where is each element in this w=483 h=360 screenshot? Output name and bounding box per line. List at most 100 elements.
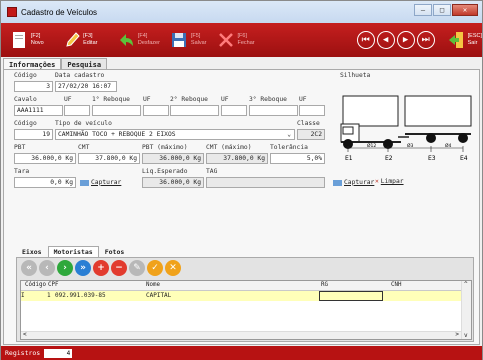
grid-insert-icon[interactable]: +	[93, 260, 109, 276]
reboque3-field[interactable]	[249, 105, 298, 116]
maximize-button[interactable]: □	[433, 4, 451, 16]
uf-label-3: UF	[221, 96, 229, 103]
data-cadastro-field[interactable]: 27/02/20 16:07	[55, 81, 117, 92]
next-record-icon[interactable]: ▶	[396, 31, 415, 49]
novo-button[interactable]: [F2] Novo	[11, 30, 53, 50]
tag-capturar-button[interactable]: Capturar	[333, 178, 374, 186]
dim-label-3: Ø4	[445, 142, 452, 149]
grid-cancel-icon[interactable]: ✕	[165, 260, 181, 276]
table-row[interactable]: I 1 092.991.039-85 CAPITAL	[21, 291, 461, 301]
clear-x-icon: ✕	[375, 178, 379, 185]
editar-button[interactable]: [F3] Editar	[63, 30, 107, 50]
dim-label-2: Ø3	[407, 142, 414, 149]
axle-label-e1: E1	[345, 155, 353, 162]
informacoes-panel: Código Data cadastro Silhueta 3 27/02/20…	[3, 69, 480, 345]
limpar-button[interactable]: ✕ Limpar	[375, 178, 404, 185]
reboque1-field[interactable]	[92, 105, 141, 116]
uf-label-2: UF	[143, 96, 151, 103]
cavalo-uf-field[interactable]	[64, 105, 90, 116]
fechar-button[interactable]: [F6] Fechar	[217, 30, 255, 50]
axle-label-e2: E2	[385, 155, 393, 162]
classe-field: 2C2	[297, 129, 325, 140]
cell-codigo: 1	[47, 292, 51, 299]
tipo-veiculo-value: CAMINHÃO TOCO + REBOQUE 2 EIXOS	[58, 131, 176, 138]
col-cpf[interactable]: CPF	[48, 282, 58, 288]
pencil-icon	[63, 30, 80, 50]
tipo-veiculo-select[interactable]: CAMINHÃO TOCO + REBOQUE 2 EIXOS ⌄	[55, 129, 295, 140]
reboque2-label: 2° Reboque	[170, 96, 208, 103]
x-icon	[217, 30, 235, 50]
new-document-icon	[11, 30, 28, 50]
grid-navigator: « ‹ › » + − ✎ ✓ ✕	[21, 260, 181, 276]
col-rg[interactable]: RG	[321, 282, 328, 288]
registros-count: 4	[44, 348, 73, 358]
motoristas-grid[interactable]: Código CPF Nome RG CNH I 1 092.991.039-8…	[20, 280, 472, 340]
grid-prior-icon[interactable]: ‹	[39, 260, 55, 276]
scale-icon	[80, 180, 89, 186]
main-window: Cadastro de Veículos – □ ✕ [F2] Novo [F3…	[0, 0, 483, 360]
close-button[interactable]: ✕	[452, 4, 478, 16]
uf-label-4: UF	[299, 96, 307, 103]
pbt-max-field: 36.000,0 Kg	[142, 153, 204, 164]
grid-last-icon[interactable]: »	[75, 260, 91, 276]
dim-label-1: Ø12	[367, 142, 376, 149]
grid-first-icon[interactable]: «	[21, 260, 37, 276]
sair-label: Sair	[467, 40, 478, 46]
sair-button[interactable]: [ESC] Sair	[447, 30, 482, 50]
desfazer-button[interactable]: [F4] Desfazer	[117, 30, 160, 50]
registros-label: Registros	[5, 349, 41, 357]
tara-capturar-button[interactable]: Capturar	[80, 178, 121, 186]
row-cursor-icon: I	[21, 292, 25, 299]
grid-vertical-scrollbar[interactable]: ^ v	[461, 281, 471, 339]
axle-label-e3: E3	[428, 155, 436, 162]
grid-delete-icon[interactable]: −	[111, 260, 127, 276]
previous-record-icon[interactable]: ◀	[376, 31, 395, 49]
col-codigo[interactable]: Código	[25, 282, 46, 288]
data-cadastro-label: Data cadastro	[55, 72, 105, 79]
cmt-max-field: 37.800,0 Kg	[206, 153, 268, 164]
tipo-codigo-field[interactable]: 19	[14, 129, 53, 140]
codigo-field[interactable]: 3	[14, 81, 53, 92]
reboque2-field[interactable]	[170, 105, 219, 116]
cavalo-field[interactable]: AAA1111	[14, 105, 63, 116]
classe-label: Classe	[297, 120, 320, 127]
col-cnh[interactable]: CNH	[391, 282, 401, 288]
grid-next-icon[interactable]: ›	[57, 260, 73, 276]
uf-label-1: UF	[64, 96, 72, 103]
motoristas-panel: « ‹ › » + − ✎ ✓ ✕ Código CPF Nome RG CNH	[16, 257, 474, 342]
liq-esperado-field: 36.000,0 Kg	[142, 177, 204, 188]
cmt-field[interactable]: 37.800,0 Kg	[78, 153, 140, 164]
pbt-max-label: PBT (máximo)	[142, 144, 188, 151]
tara-field[interactable]: 0,0 Kg	[14, 177, 76, 188]
grid-edit-icon[interactable]: ✎	[129, 260, 145, 276]
app-icon	[7, 7, 17, 17]
pbt-field[interactable]: 36.000,0 Kg	[14, 153, 76, 164]
scroll-left-icon[interactable]: <	[23, 331, 27, 338]
last-record-icon[interactable]: ⏭	[416, 31, 435, 49]
record-navigation: ⏮ ◀ ▶ ⏭	[355, 31, 435, 49]
exit-door-icon	[447, 30, 465, 50]
window-title: Cadastro de Veículos	[21, 7, 98, 17]
novo-label: [F2] Novo	[30, 33, 44, 46]
tipo-veiculo-label: Tipo de veículo	[55, 120, 112, 127]
minimize-button[interactable]: –	[414, 4, 432, 16]
reboque1-uf-field[interactable]	[143, 105, 169, 116]
col-nome[interactable]: Nome	[146, 282, 160, 288]
reboque2-uf-field[interactable]	[221, 105, 247, 116]
cell-cpf: 092.991.039-85	[55, 292, 106, 299]
reboque3-uf-field[interactable]	[299, 105, 325, 116]
tara-label: Tara	[14, 168, 30, 175]
first-record-icon[interactable]: ⏮	[356, 31, 375, 49]
pbt-label: PBT	[14, 144, 26, 151]
axle-label-e4: E4	[460, 155, 468, 162]
grid-post-icon[interactable]: ✓	[147, 260, 163, 276]
scroll-down-icon[interactable]: v	[464, 332, 468, 339]
undo-arrow-icon	[117, 30, 135, 50]
cell-rg[interactable]	[319, 291, 383, 301]
tolerancia-field[interactable]: 5,0%	[270, 153, 325, 164]
salvar-button[interactable]: [F5] Salvar	[170, 30, 207, 50]
editar-label: [F3] Editar	[83, 33, 98, 46]
scroll-right-icon[interactable]: >	[455, 331, 459, 338]
scroll-up-icon[interactable]: ^	[464, 281, 468, 288]
grid-horizontal-scrollbar[interactable]: < >	[21, 331, 461, 339]
